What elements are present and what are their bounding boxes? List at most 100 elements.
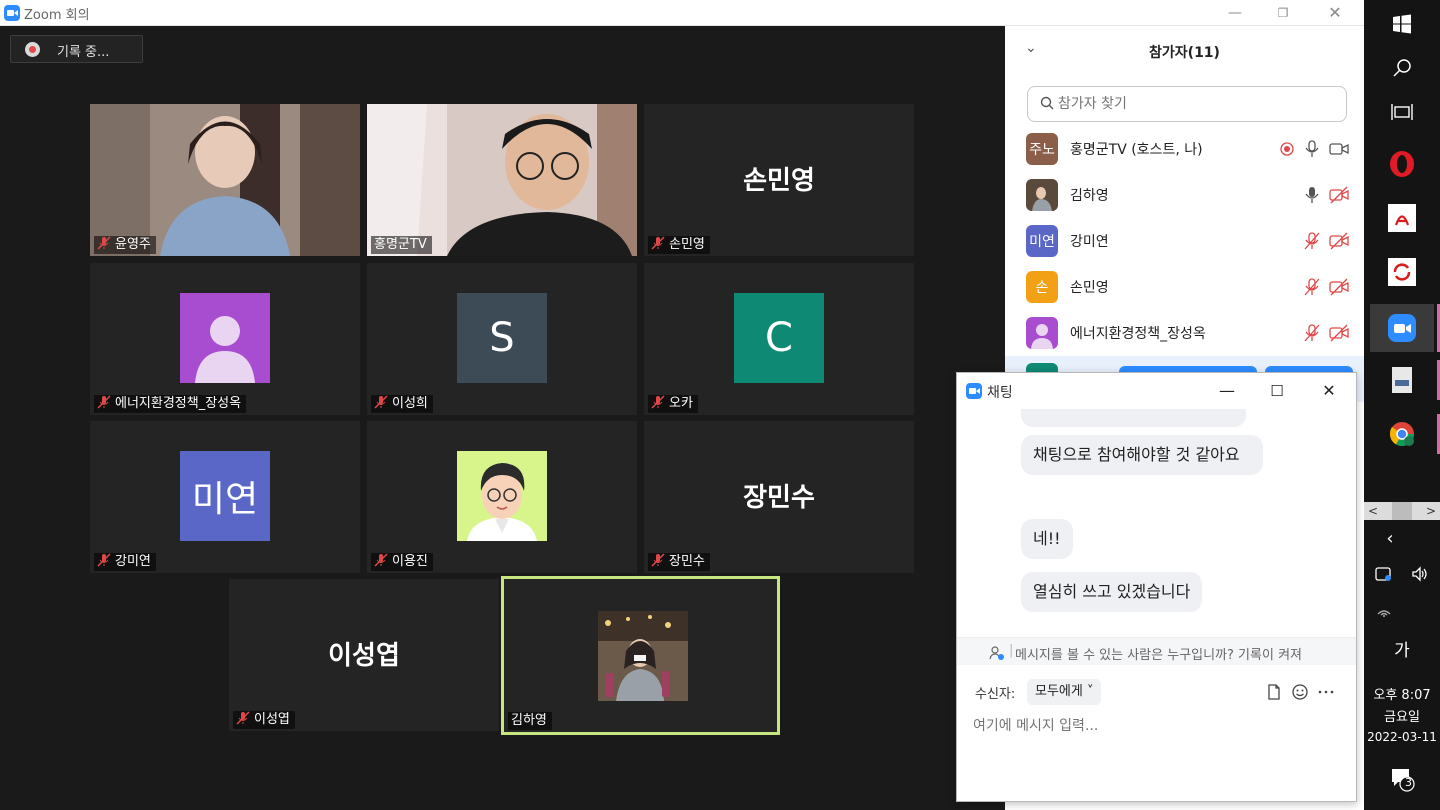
zoom-taskbar-icon[interactable] bbox=[1370, 304, 1434, 352]
mic-muted-icon bbox=[651, 236, 665, 250]
mic-muted-icon bbox=[97, 395, 111, 409]
participant-name: 에너지환경정책_장성옥 bbox=[1070, 326, 1206, 342]
windows-start-icon[interactable] bbox=[1380, 2, 1424, 46]
participant-name-label: 강미연 bbox=[94, 553, 156, 571]
chat-message-input[interactable] bbox=[973, 713, 1339, 739]
mic-icon[interactable] bbox=[1302, 139, 1322, 159]
chat-visibility-notice[interactable]: | 메시지를 볼 수 있는 사람은 누구입니까? 기록이 켜져 bbox=[957, 637, 1356, 665]
tray-expand-icon[interactable]: ‹ bbox=[1352, 528, 1428, 549]
recording-indicator[interactable]: 기록 중... bbox=[10, 35, 143, 63]
mic-muted-icon bbox=[651, 553, 665, 567]
mic-muted-icon bbox=[374, 395, 388, 409]
active-speaker-tile[interactable]: 김하영 bbox=[501, 576, 780, 735]
restore-button[interactable]: ❐ bbox=[1260, 0, 1306, 26]
video-tile[interactable]: S 이성희 bbox=[367, 263, 637, 415]
video-tile[interactable]: 에너지환경정책_장성옥 bbox=[90, 263, 360, 415]
participant-avatar: 손 bbox=[1026, 271, 1058, 303]
avatar-letter: C bbox=[734, 293, 824, 383]
camera-icon[interactable] bbox=[1329, 139, 1349, 159]
sync-app-icon[interactable] bbox=[1380, 250, 1424, 294]
chevron-right-icon[interactable]: > bbox=[1426, 502, 1436, 520]
record-icon bbox=[25, 42, 40, 57]
chat-close-button[interactable]: ✕ bbox=[1309, 377, 1349, 405]
chrome-icon[interactable] bbox=[1380, 412, 1424, 456]
participant-video-feed bbox=[367, 104, 637, 256]
participant-row[interactable]: 주노 홍명군TV (호스트, 나) bbox=[1005, 126, 1364, 172]
minimize-button[interactable]: — bbox=[1212, 0, 1258, 26]
participant-name-label: 이용진 bbox=[371, 553, 433, 571]
participant-name: 홍명군TV (호스트, 나) bbox=[1070, 142, 1203, 158]
participant-avatar: 주노 bbox=[1026, 133, 1058, 165]
clock-date[interactable]: 2022-03-11 bbox=[1364, 730, 1440, 744]
participant-name-label: 홍명군TV bbox=[371, 236, 432, 254]
participant-row[interactable]: 김하영 bbox=[1005, 172, 1364, 218]
notice-text: 메시지를 볼 수 있는 사람은 누구입니까? 기록이 켜져 bbox=[1015, 648, 1302, 663]
cartoon-face-icon bbox=[457, 451, 547, 541]
video-tile[interactable]: 이성엽 이성엽 bbox=[229, 579, 499, 731]
participant-name: 김하영 bbox=[1070, 188, 1109, 204]
clock-time[interactable]: 오후 8:07 bbox=[1364, 684, 1440, 703]
close-button[interactable]: ✕ bbox=[1312, 0, 1358, 26]
opera-browser-icon[interactable] bbox=[1380, 142, 1424, 186]
chat-title-bar: 채팅 — ☐ ✕ bbox=[957, 373, 1356, 409]
chevron-down-icon: ˅ bbox=[1086, 684, 1094, 699]
participant-name-label: 에너지환경정책_장성옥 bbox=[94, 395, 247, 413]
video-tile[interactable]: 홍명군TV bbox=[367, 104, 637, 256]
window-title: Zoom 회의 bbox=[24, 8, 90, 23]
participant-name-label: 윤영주 bbox=[94, 236, 156, 254]
mic-icon[interactable] bbox=[1302, 185, 1322, 205]
participant-search-input[interactable] bbox=[1058, 93, 1338, 115]
mic-muted-icon[interactable] bbox=[1302, 231, 1322, 251]
participant-row[interactable]: 손 손민영 bbox=[1005, 264, 1364, 310]
notification-center-icon[interactable]: 3 bbox=[1364, 766, 1440, 796]
participant-avatar: 미연 bbox=[1026, 225, 1058, 257]
chat-maximize-button[interactable]: ☐ bbox=[1257, 377, 1297, 405]
participant-name-label: 김하영 bbox=[508, 712, 552, 730]
task-view-icon[interactable] bbox=[1380, 90, 1424, 134]
mic-muted-icon bbox=[97, 553, 111, 567]
zoom-meeting-screen: Zoom 회의 — ❐ ✕ 기록 중... 윤영주 홍명군TV 손민영 손민영 … bbox=[0, 0, 1440, 810]
more-icon[interactable] bbox=[1317, 683, 1335, 701]
recording-label: 기록 중... bbox=[57, 45, 110, 60]
acrobat-icon[interactable] bbox=[1380, 196, 1424, 240]
video-tile[interactable]: 미연 강미연 bbox=[90, 421, 360, 573]
participant-display-name: 이성엽 bbox=[328, 641, 400, 671]
video-tile[interactable]: 장민수 장민수 bbox=[644, 421, 914, 573]
participant-row[interactable]: 에너지환경정책_장성옥 bbox=[1005, 310, 1364, 356]
video-tile[interactable]: 이용진 bbox=[367, 421, 637, 573]
camera-off-icon[interactable] bbox=[1329, 277, 1349, 297]
participants-header: ⌄ 참가자(11) bbox=[1005, 26, 1364, 78]
ime-indicator[interactable]: 가 bbox=[1364, 636, 1440, 661]
document-app-icon[interactable] bbox=[1380, 358, 1424, 402]
search-icon[interactable] bbox=[1380, 46, 1424, 90]
chat-title: 채팅 bbox=[987, 385, 1013, 401]
meet-now-icon[interactable] bbox=[1364, 566, 1404, 586]
search-icon bbox=[1040, 96, 1054, 110]
mic-muted-icon[interactable] bbox=[1302, 277, 1322, 297]
video-tile[interactable]: C 오카 bbox=[644, 263, 914, 415]
person-icon bbox=[180, 293, 270, 383]
mic-muted-icon[interactable] bbox=[1302, 323, 1322, 343]
wifi-icon[interactable] bbox=[1346, 602, 1422, 622]
file-icon[interactable] bbox=[1265, 683, 1283, 701]
participant-row[interactable]: 미연 강미연 bbox=[1005, 218, 1364, 264]
participant-name: 강미연 bbox=[1070, 234, 1109, 250]
notification-count: 3 bbox=[1405, 776, 1412, 789]
chevron-left-icon[interactable]: < bbox=[1368, 502, 1378, 520]
taskbar-scroll[interactable]: < > bbox=[1364, 502, 1440, 520]
camera-off-icon[interactable] bbox=[1329, 185, 1349, 205]
participant-search[interactable] bbox=[1027, 86, 1347, 122]
camera-off-icon[interactable] bbox=[1329, 323, 1349, 343]
chat-message: 열심히 쓰고 있겠습니다 bbox=[1021, 572, 1203, 612]
video-tile[interactable]: 손민영 손민영 bbox=[644, 104, 914, 256]
recipient-dropdown[interactable]: 모두에게 ˅ bbox=[1027, 679, 1102, 705]
camera-off-icon[interactable] bbox=[1329, 231, 1349, 251]
emoji-icon[interactable] bbox=[1291, 683, 1309, 701]
clock-day[interactable]: 금요일 bbox=[1364, 706, 1440, 725]
mic-muted-icon bbox=[374, 553, 388, 567]
participant-name-label: 손민영 bbox=[648, 236, 710, 254]
participant-display-name: 장민수 bbox=[743, 483, 815, 513]
volume-icon[interactable] bbox=[1400, 566, 1440, 586]
video-tile[interactable]: 윤영주 bbox=[90, 104, 360, 256]
chat-minimize-button[interactable]: — bbox=[1207, 377, 1247, 405]
